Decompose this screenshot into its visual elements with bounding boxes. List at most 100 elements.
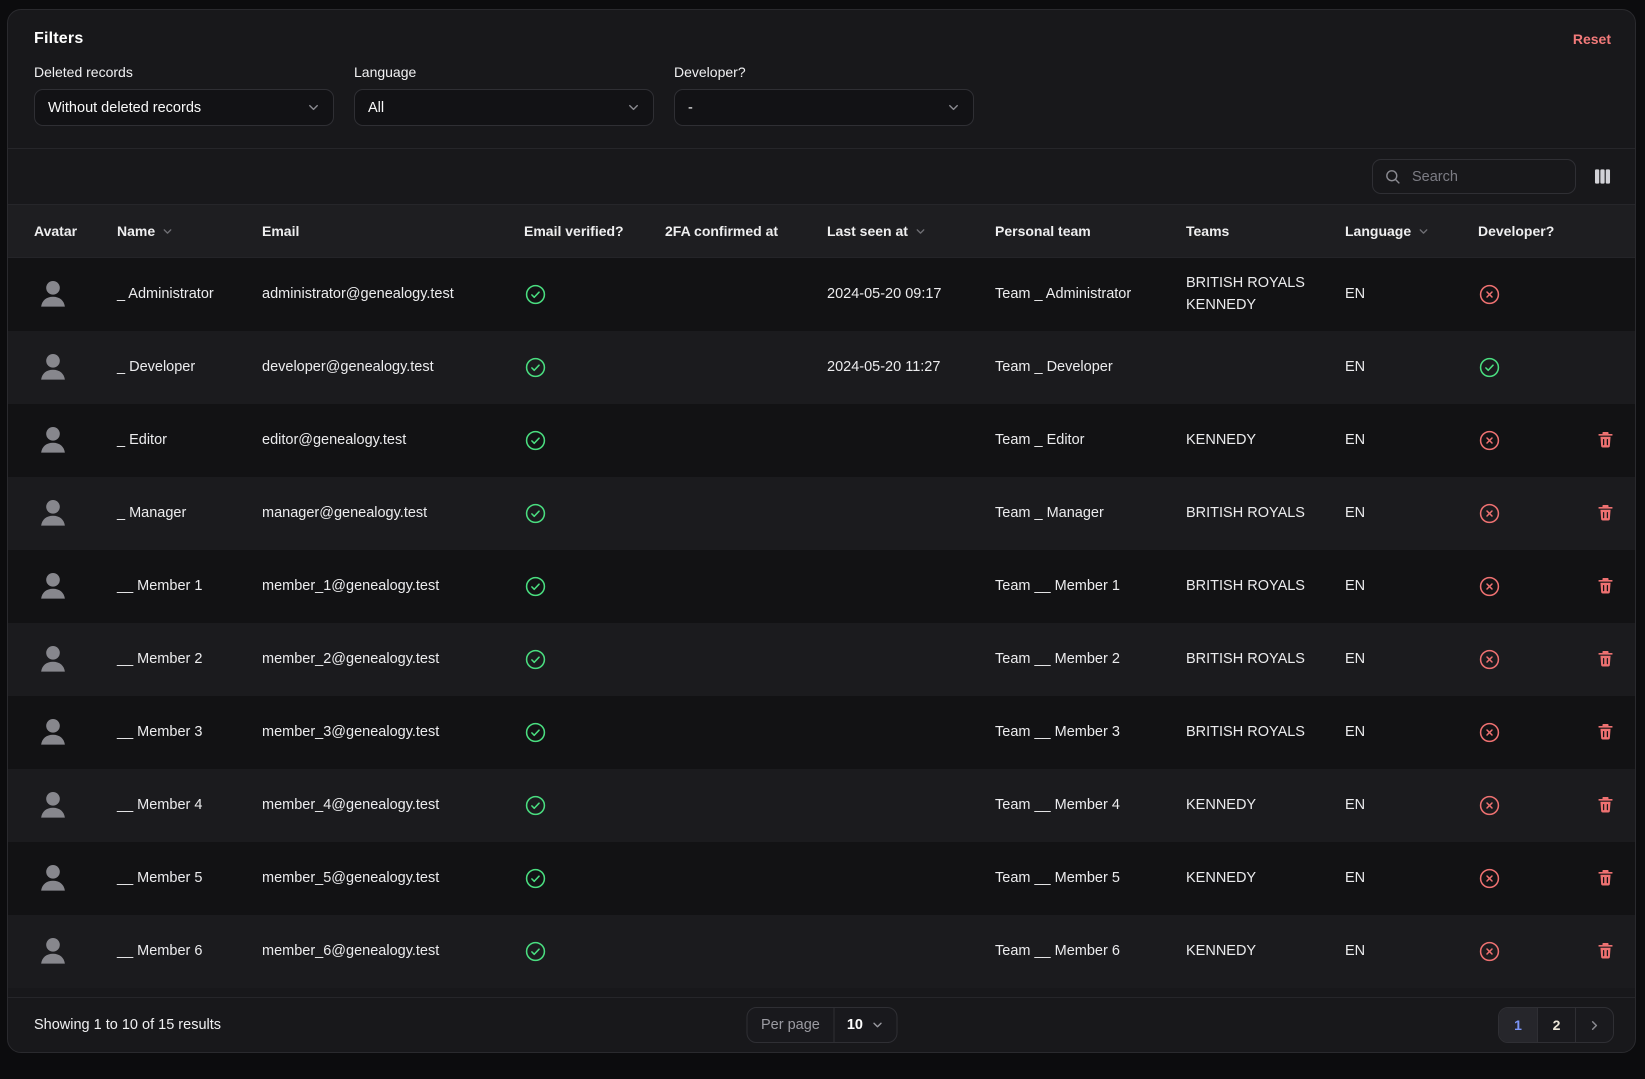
trash-icon: [1596, 721, 1615, 742]
cell-avatar: [8, 623, 105, 696]
table-row[interactable]: __ Member 1member_1@genealogy.testTeam _…: [8, 550, 1635, 623]
cell-actions: [1581, 696, 1635, 769]
table-row[interactable]: __ Member 4member_4@genealogy.testTeam _…: [8, 769, 1635, 842]
cell-name: __ Member 4: [105, 769, 250, 842]
cell-developer: [1466, 915, 1581, 988]
per-page-select[interactable]: 10: [835, 1008, 896, 1042]
cell-language: EN: [1333, 404, 1466, 477]
cell-email: member_1@genealogy.test: [250, 550, 512, 623]
user-avatar-icon: [34, 859, 72, 897]
user-avatar-icon: [34, 786, 72, 824]
column-toggle-button[interactable]: [1591, 165, 1614, 188]
cell-email: member_3@genealogy.test: [250, 696, 512, 769]
cell-developer: [1466, 550, 1581, 623]
cell-name: __ Member 6: [105, 915, 250, 988]
table-row[interactable]: __ Member 2member_2@genealogy.testTeam _…: [8, 623, 1635, 696]
col-name[interactable]: Name: [105, 205, 250, 258]
deleted-records-select[interactable]: Without deleted records: [34, 89, 334, 126]
cell-actions: [1581, 331, 1635, 404]
sort-chevron-icon: [1417, 225, 1430, 238]
cell-email-verified: [512, 258, 653, 331]
col-language[interactable]: Language: [1333, 205, 1466, 258]
col-last-seen[interactable]: Last seen at: [815, 205, 983, 258]
table-row[interactable]: _ Administratoradministrator@genealogy.t…: [8, 258, 1635, 331]
cell-2fa-confirmed: [653, 623, 815, 696]
col-personal-team: Personal team: [983, 205, 1174, 258]
delete-button[interactable]: [1593, 572, 1618, 599]
cell-email-verified: [512, 696, 653, 769]
search-input[interactable]: [1410, 168, 1564, 186]
delete-button[interactable]: [1593, 791, 1618, 818]
cell-developer: [1466, 258, 1581, 331]
cell-language: EN: [1333, 769, 1466, 842]
cell-2fa-confirmed: [653, 842, 815, 915]
delete-button[interactable]: [1593, 718, 1618, 745]
table-footer: Showing 1 to 10 of 15 results Per page 1…: [8, 997, 1635, 1052]
pagination: 12: [1498, 1007, 1614, 1043]
table-row[interactable]: _ Developerdeveloper@genealogy.test2024-…: [8, 331, 1635, 404]
cell-name: _ Manager: [105, 477, 250, 550]
trash-icon: [1596, 575, 1615, 596]
table-row[interactable]: __ Member 3member_3@genealogy.testTeam _…: [8, 696, 1635, 769]
cell-last-seen: [815, 623, 983, 696]
sort-chevron-icon: [914, 225, 927, 238]
chevron-down-icon: [870, 1018, 884, 1032]
cell-avatar: [8, 696, 105, 769]
cell-teams: KENNEDY: [1174, 842, 1333, 915]
chevron-down-icon: [626, 100, 641, 115]
table-row[interactable]: __ Member 5member_5@genealogy.testTeam _…: [8, 842, 1635, 915]
user-avatar-icon: [34, 348, 72, 386]
cell-teams: BRITISH ROYALS: [1174, 623, 1333, 696]
trash-icon: [1596, 794, 1615, 815]
team-badge: KENNEDY: [1186, 294, 1321, 316]
table-header-row: Avatar Name Email Email verified? 2FA co…: [8, 205, 1635, 258]
cell-last-seen: [815, 915, 983, 988]
chevron-right-icon: [1587, 1018, 1602, 1033]
x-circle-icon: [1478, 575, 1501, 598]
delete-button[interactable]: [1593, 426, 1618, 453]
developer-select[interactable]: -: [674, 89, 974, 126]
table-row[interactable]: _ Managermanager@genealogy.testTeam _ Ma…: [8, 477, 1635, 550]
x-circle-icon: [1478, 940, 1501, 963]
delete-button[interactable]: [1593, 645, 1618, 672]
cell-personal-team: Team _ Editor: [983, 404, 1174, 477]
cell-personal-team: Team _ Administrator: [983, 258, 1174, 331]
cell-language: EN: [1333, 915, 1466, 988]
cell-actions: [1581, 477, 1635, 550]
filters-reset-link[interactable]: Reset: [1573, 31, 1611, 47]
trash-icon: [1596, 648, 1615, 669]
cell-last-seen: [815, 404, 983, 477]
col-2fa-confirmed: 2FA confirmed at: [653, 205, 815, 258]
filter-label: Developer?: [674, 64, 974, 80]
search-box[interactable]: [1372, 159, 1576, 194]
team-badge: BRITISH ROYALS: [1186, 272, 1321, 294]
cell-2fa-confirmed: [653, 915, 815, 988]
delete-button[interactable]: [1593, 864, 1618, 891]
cell-personal-team: Team _ Manager: [983, 477, 1174, 550]
cell-language: EN: [1333, 842, 1466, 915]
page-button-1[interactable]: 1: [1499, 1008, 1537, 1042]
cell-personal-team: Team __ Member 3: [983, 696, 1174, 769]
delete-button[interactable]: [1593, 937, 1618, 964]
table-row[interactable]: _ Editoreditor@genealogy.testTeam _ Edit…: [8, 404, 1635, 477]
check-circle-icon: [1478, 356, 1501, 379]
trash-icon: [1596, 429, 1615, 450]
cell-avatar: [8, 769, 105, 842]
cell-developer: [1466, 769, 1581, 842]
language-select[interactable]: All: [354, 89, 654, 126]
cell-email-verified: [512, 550, 653, 623]
cell-actions: [1581, 550, 1635, 623]
cell-email-verified: [512, 842, 653, 915]
per-page-control: Per page 10: [746, 1007, 897, 1043]
check-circle-icon: [524, 283, 547, 306]
user-avatar-icon: [34, 494, 72, 532]
cell-avatar: [8, 404, 105, 477]
next-page-button[interactable]: [1575, 1008, 1613, 1042]
delete-button[interactable]: [1593, 499, 1618, 526]
user-avatar-icon: [34, 421, 72, 459]
cell-email: editor@genealogy.test: [250, 404, 512, 477]
cell-language: EN: [1333, 477, 1466, 550]
cell-email-verified: [512, 477, 653, 550]
table-row[interactable]: __ Member 6member_6@genealogy.testTeam _…: [8, 915, 1635, 988]
page-button-2[interactable]: 2: [1537, 1008, 1575, 1042]
